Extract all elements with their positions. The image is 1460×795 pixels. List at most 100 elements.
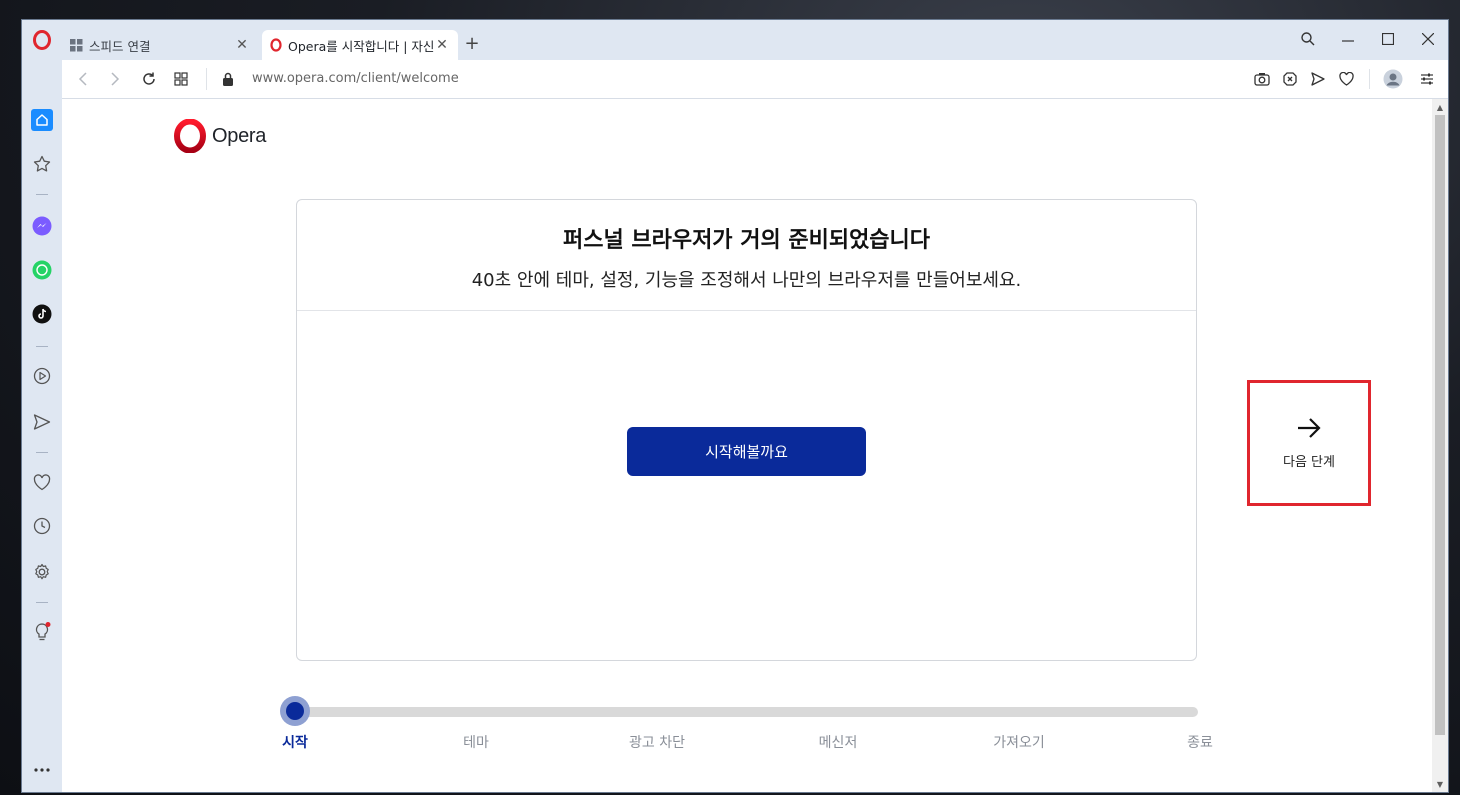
address-bar-actions [1251,68,1438,90]
step-finish[interactable]: 종료 [1187,732,1213,752]
opera-menu-button[interactable] [28,26,56,54]
chevron-right-icon [111,72,120,86]
close-tab-icon[interactable]: ✕ [434,37,450,53]
new-tab-button[interactable]: + [462,34,482,54]
sidebar-item-tiktok[interactable] [30,302,54,326]
url-field[interactable]: www.opera.com/client/welcome [252,71,459,86]
search-tabs-button[interactable] [1288,26,1328,52]
opera-icon [270,38,282,52]
heart-icon [1338,72,1354,86]
step-import[interactable]: 가져오기 [993,732,1045,752]
messenger-icon [32,216,52,236]
sidebar-separator [36,194,48,195]
maximize-icon [1382,33,1394,45]
step-start[interactable]: 시작 [282,732,308,752]
sidebar-item-flow[interactable] [30,410,54,434]
clock-icon [33,517,51,535]
bookmark-button[interactable] [1335,68,1357,90]
window-controls [1288,26,1448,52]
close-window-button[interactable] [1408,26,1448,52]
ad-block-button[interactable] [1279,68,1301,90]
step-messenger[interactable]: 메신저 [819,732,858,752]
reload-button[interactable] [138,68,160,90]
next-step-label: 다음 단계 [1283,454,1335,470]
profile-button[interactable] [1382,68,1404,90]
sidebar-separator [36,602,48,603]
send-button[interactable] [1307,68,1329,90]
lightbulb-icon [35,622,51,641]
tiktok-icon [32,304,52,324]
sidebar-item-player[interactable] [30,364,54,388]
opera-logo: Opera [174,119,266,153]
card-header: 퍼스널 브라우저가 거의 준비되었습니다 40초 안에 테마, 설정, 기능을 … [297,200,1196,311]
address-bar: www.opera.com/client/welcome [62,60,1448,99]
heart-icon [33,473,51,490]
tab-grid-icon [174,72,188,86]
sidebar-more-button[interactable] [30,758,54,782]
divider [206,68,207,90]
sidebar-item-tips[interactable] [30,620,54,644]
send-icon [33,414,51,430]
welcome-card: 퍼스널 브라우저가 거의 준비되었습니다 40초 안에 테마, 설정, 기능을 … [296,199,1197,661]
card-title: 퍼스널 브라우저가 거의 준비되었습니다 [562,228,931,253]
arrow-right-icon [1298,417,1321,438]
snapshot-button[interactable] [1251,68,1273,90]
sidebar-item-whatsapp[interactable] [30,258,54,282]
ad-block-icon [1283,72,1297,86]
whatsapp-icon [32,260,52,280]
tab-title: Opera를 시작합니다 | 자신 [288,38,434,54]
star-icon [33,155,51,172]
scroll-up-icon[interactable]: ▲ [1432,99,1448,115]
minimize-icon [1342,40,1354,42]
page-scrollbar[interactable]: ▲ ▼ [1432,99,1448,792]
close-tab-icon[interactable]: ✕ [234,37,250,53]
gear-icon [35,563,49,580]
forward-button[interactable] [104,68,126,90]
start-button[interactable]: 시작해볼까요 [627,427,866,476]
maximize-button[interactable] [1368,26,1408,52]
play-icon [33,367,51,385]
scroll-thumb[interactable] [1435,115,1445,735]
sidebar-item-bookmarks[interactable] [30,470,54,494]
sidebar-item-pinboards[interactable] [30,152,54,176]
step-labels: 시작 테마 광고 차단 메신저 가져오기 종료 [62,732,1432,752]
divider [1369,69,1370,89]
sidebar [22,60,62,792]
sidebar-item-home[interactable] [30,108,54,132]
sidebar-item-messenger[interactable] [30,214,54,238]
tab-strip: 스피드 연결 ✕ Opera를 시작합니다 | 자신 ✕ + [22,20,1448,60]
tab-grid-button[interactable] [170,68,192,90]
opera-logo-icon [174,119,206,153]
send-icon [1311,72,1325,86]
easy-setup-button[interactable] [1416,68,1438,90]
tab-welcome[interactable]: Opera를 시작합니다 | 자신 ✕ [262,30,458,60]
chevron-left-icon [78,72,87,86]
minimize-button[interactable] [1328,26,1368,52]
welcome-page: Opera 퍼스널 브라우저가 거의 준비되었습니다 40초 안에 테마, 설정… [62,99,1432,792]
progress-knob[interactable] [280,696,310,726]
next-step-button[interactable]: 다음 단계 [1247,380,1371,506]
card-subtitle: 40초 안에 테마, 설정, 기능을 조정해서 나만의 브라우저를 만들어보세요… [471,270,1022,291]
progress-track [282,707,1198,717]
camera-icon [1254,73,1270,86]
step-theme[interactable]: 테마 [463,732,489,752]
home-icon [31,109,53,131]
tab-speed-dial[interactable]: 스피드 연결 ✕ [62,30,258,60]
opera-logo-icon [33,30,51,50]
lock-icon[interactable] [222,71,234,90]
sidebar-item-history[interactable] [30,514,54,538]
more-icon [34,768,50,772]
scroll-down-icon[interactable]: ▼ [1432,776,1448,792]
back-button[interactable] [72,68,94,90]
sidebar-item-settings[interactable] [30,560,54,584]
search-icon [1301,32,1315,46]
sidebar-separator [36,452,48,453]
step-ad-block[interactable]: 광고 차단 [629,732,685,752]
close-icon [1422,33,1434,45]
tab-title: 스피드 연결 [89,38,151,54]
browser-window: 스피드 연결 ✕ Opera를 시작합니다 | 자신 ✕ + www.opera… [22,20,1448,792]
sidebar-separator [36,346,48,347]
avatar-icon [1383,69,1403,89]
grid-icon [70,38,83,51]
settings-sliders-icon [1421,73,1433,85]
